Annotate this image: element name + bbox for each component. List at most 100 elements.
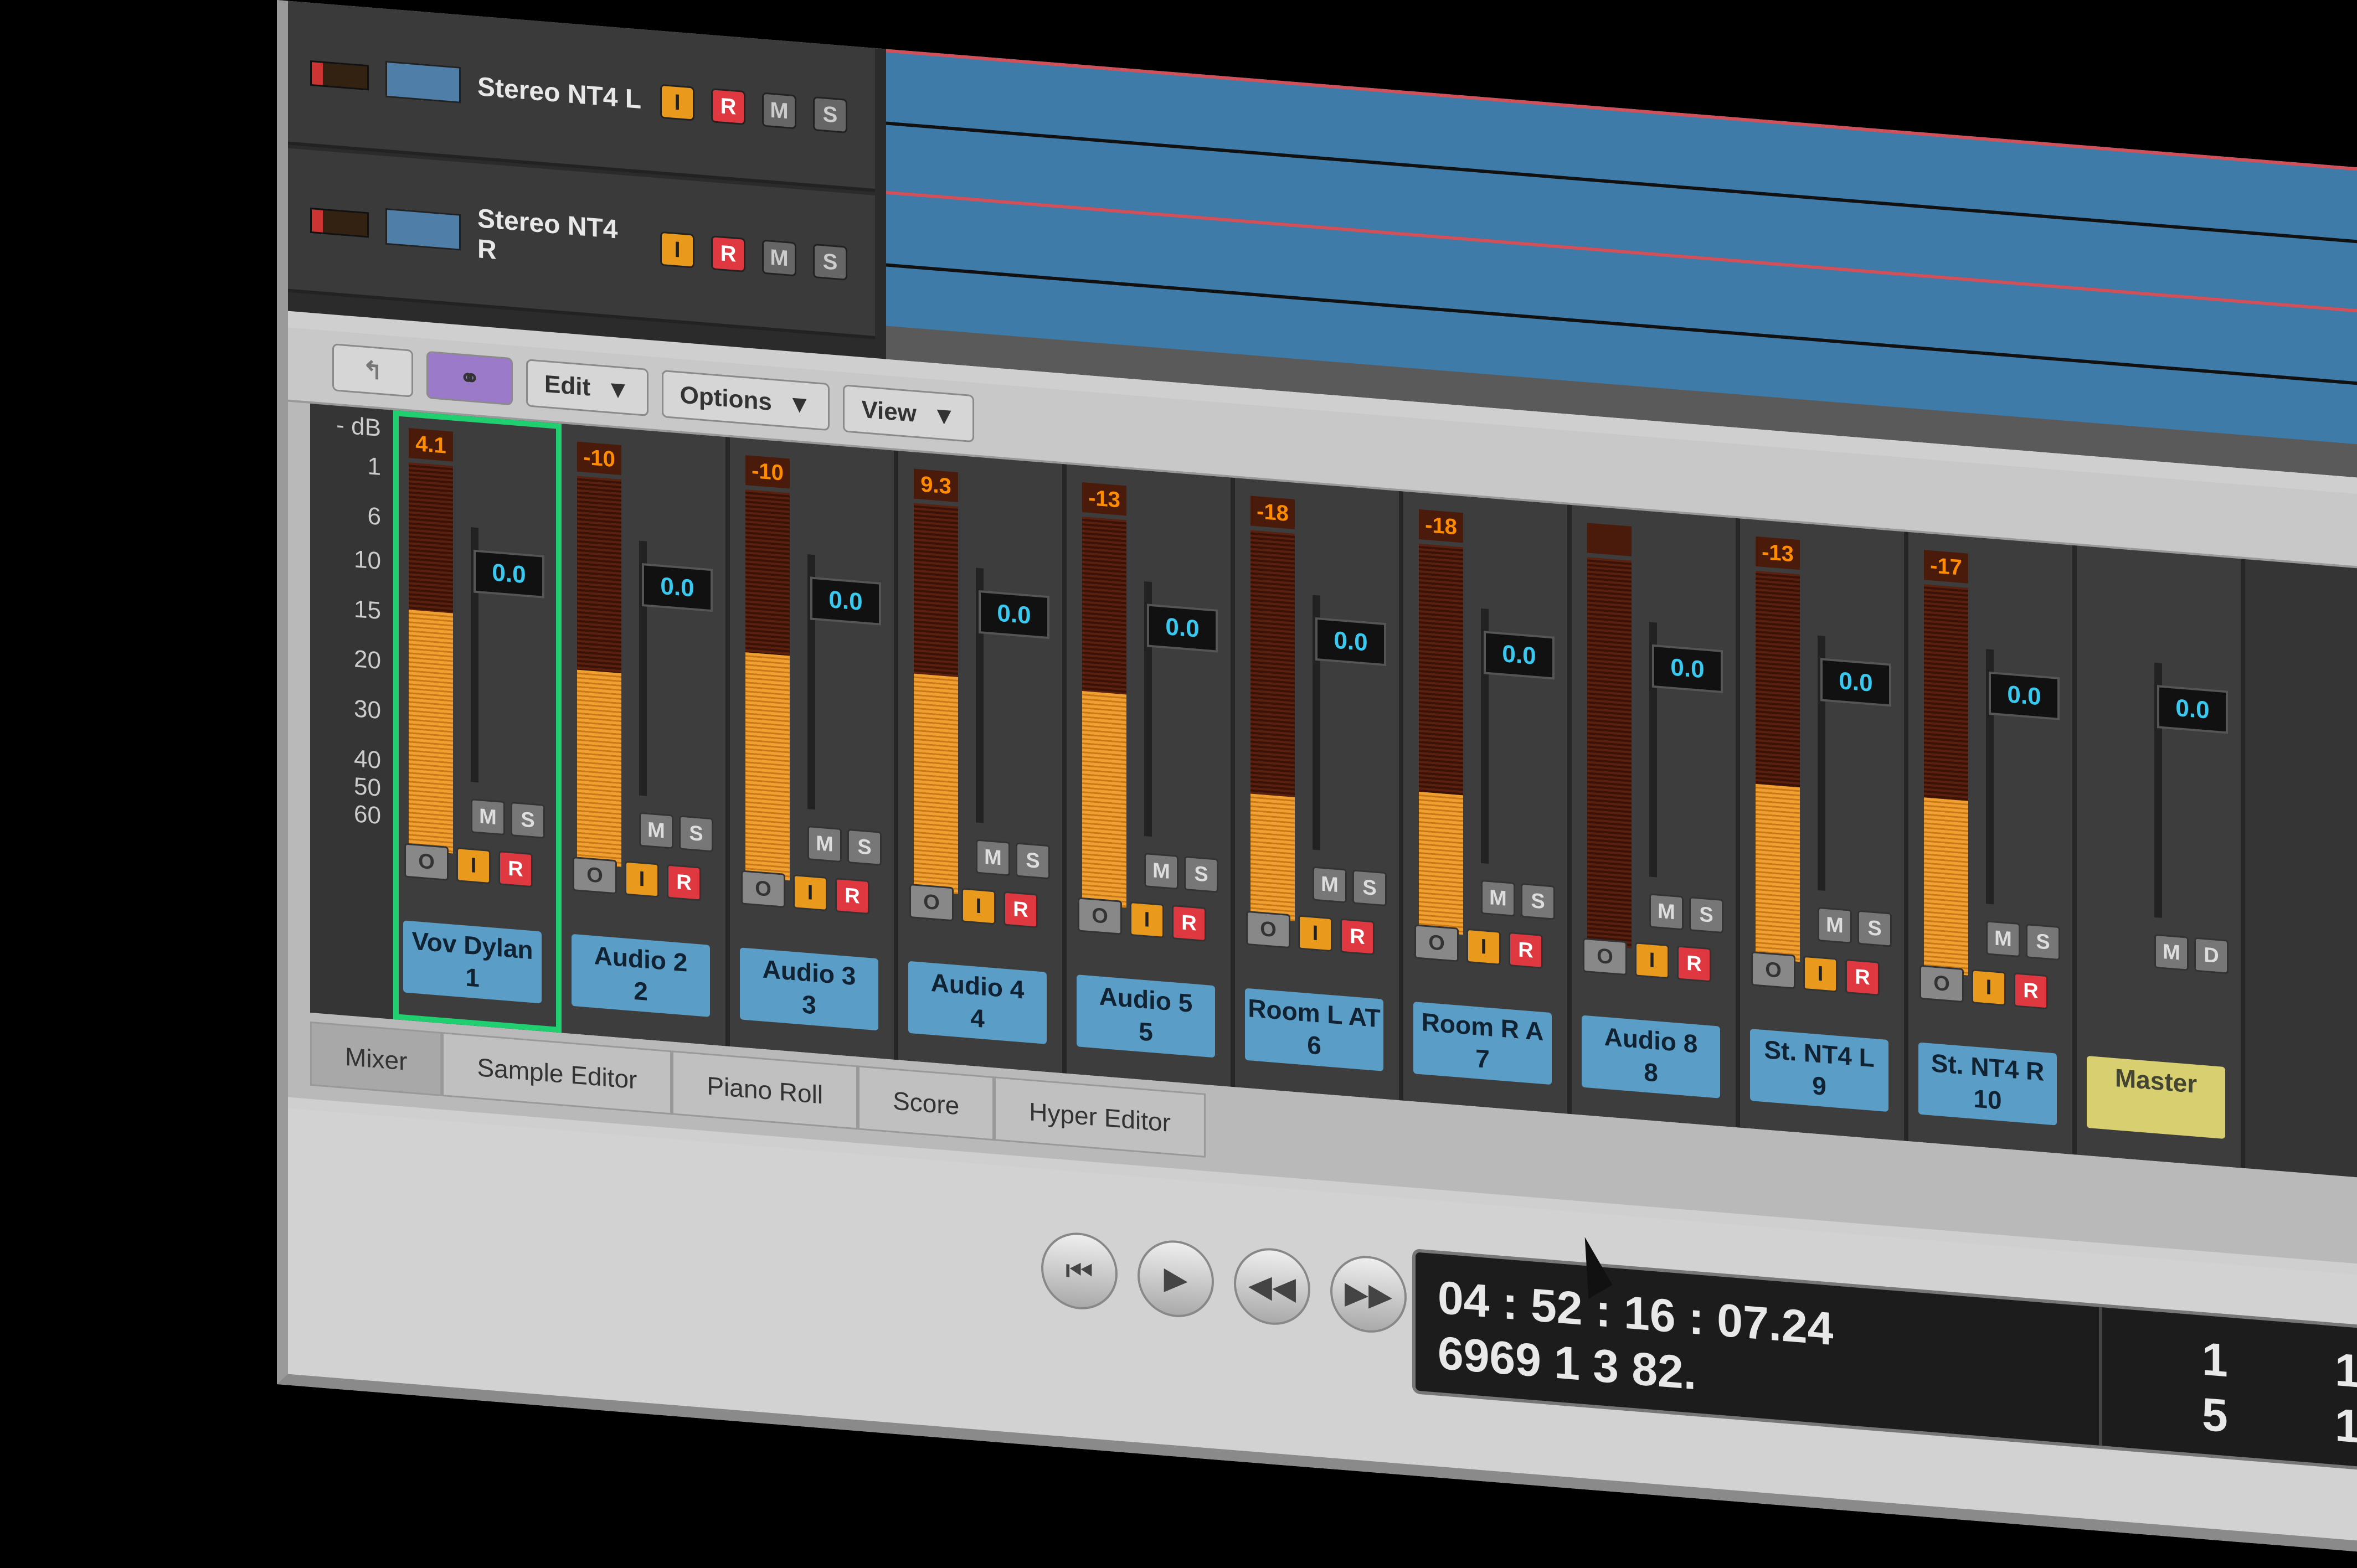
input-monitor-button[interactable]: I	[1972, 969, 2006, 1007]
volume-value[interactable]: 0.0	[1820, 658, 1891, 707]
mute-button[interactable]: M	[976, 839, 1010, 876]
channel-name[interactable]: Audio 2 2	[572, 933, 710, 1017]
channel-strip[interactable]: -18 0.0 M S O I R Room R A 7	[1403, 491, 1572, 1115]
solo-button[interactable]: S	[2026, 924, 2060, 961]
record-enable-button[interactable]: R	[667, 864, 701, 901]
bounce-button[interactable]: O	[1751, 951, 1795, 989]
options-menu[interactable]: Options ▼	[661, 369, 830, 431]
go-to-start-button[interactable]: ⏮	[1041, 1230, 1118, 1313]
record-enable-button[interactable]: R	[1003, 891, 1038, 929]
record-enable-button[interactable]: R	[711, 235, 745, 273]
bounce-button[interactable]: O	[1414, 924, 1459, 962]
channel-name[interactable]: Room R A 7	[1413, 1002, 1552, 1085]
channel-name[interactable]: Master	[2087, 1055, 2225, 1139]
channel-strip[interactable]: -13 0.0 M S O I R St. NT4 L 9	[1740, 518, 1908, 1142]
volume-value[interactable]: 0.0	[474, 549, 544, 599]
channel-strip[interactable]: 9.3 0.0 M S O I R Audio 4 4	[898, 451, 1067, 1074]
volume-value[interactable]: 0.0	[1652, 644, 1723, 694]
input-monitor-button[interactable]: I	[456, 847, 491, 885]
channel-name[interactable]: Room L AT 6	[1245, 988, 1383, 1071]
input-monitor-button[interactable]: I	[793, 874, 827, 911]
mute-button[interactable]: M	[1649, 893, 1684, 931]
volume-value[interactable]: 0.0	[1989, 671, 2060, 720]
record-enable-button[interactable]: R	[1509, 931, 1543, 969]
volume-value[interactable]: 0.0	[810, 576, 881, 626]
solo-button[interactable]: S	[1352, 869, 1387, 907]
solo-button[interactable]: S	[847, 828, 882, 866]
volume-value[interactable]: 0.0	[642, 563, 713, 612]
position-display[interactable]: 04 : 52 : 16 : 07.24 6969 1 3 82. 1 1 5 …	[1412, 1248, 2357, 1474]
channel-name[interactable]: Audio 4 4	[908, 961, 1047, 1044]
view-menu[interactable]: View ▼	[843, 384, 975, 443]
peak-indicator[interactable]: 9.3	[914, 468, 958, 502]
input-monitor-button[interactable]: I	[1130, 901, 1164, 938]
record-enable-button[interactable]: R	[835, 878, 869, 915]
channel-strip[interactable]: 0.0 M D Master	[2077, 545, 2245, 1168]
record-enable-button[interactable]: R	[498, 850, 533, 888]
tab-mixer[interactable]: Mixer	[310, 1021, 442, 1097]
record-enable-button[interactable]: R	[1172, 905, 1206, 942]
input-monitor-button[interactable]: I	[1466, 928, 1501, 966]
channel-name[interactable]: Audio 5 5	[1077, 974, 1215, 1058]
tab-score[interactable]: Score	[858, 1065, 995, 1141]
solo-button[interactable]: S	[1016, 842, 1050, 880]
solo-button[interactable]: S	[1521, 883, 1555, 920]
mute-button[interactable]: M	[807, 826, 842, 863]
peak-indicator[interactable]: -18	[1419, 509, 1463, 543]
peak-indicator[interactable]	[1587, 523, 1632, 556]
mute-button[interactable]: M	[1313, 866, 1347, 904]
solo-button[interactable]: S	[1184, 855, 1218, 893]
bounce-button[interactable]: O	[1246, 910, 1290, 949]
input-monitor-button[interactable]: I	[961, 888, 996, 925]
input-monitor-button[interactable]: I	[1298, 915, 1332, 952]
rewind-button[interactable]: ◀◀	[1234, 1245, 1310, 1328]
input-monitor-button[interactable]: I	[1635, 942, 1669, 979]
input-monitor-button[interactable]: I	[660, 84, 694, 121]
mute-button[interactable]: M	[1144, 852, 1179, 890]
channel-strip[interactable]: -17 0.0 M S O I R St. NT4 R 10	[1908, 532, 2077, 1155]
record-enable-button[interactable]: R	[2014, 972, 2048, 1010]
tab-hyper-editor[interactable]: Hyper Editor	[994, 1076, 1206, 1158]
peak-indicator[interactable]: -18	[1250, 496, 1295, 529]
channel-name[interactable]: Audio 3 3	[740, 947, 878, 1031]
cycle-button[interactable]: ▶	[1138, 1237, 1214, 1321]
mute-button[interactable]: M	[639, 812, 673, 849]
solo-button[interactable]: S	[1689, 896, 1723, 934]
back-icon[interactable]: ↰	[332, 343, 413, 398]
record-enable-button[interactable]: R	[1340, 918, 1375, 956]
record-enable-button[interactable]: R	[1845, 958, 1880, 996]
mute-button[interactable]: M	[2154, 933, 2189, 971]
channel-strip[interactable]: 4.1 0.0 M S O I R Vov Dylan 1	[393, 410, 562, 1033]
volume-value[interactable]: 0.0	[2157, 685, 2228, 734]
channel-name[interactable]: Audio 8 8	[1582, 1015, 1720, 1098]
volume-value[interactable]: 0.0	[1147, 604, 1218, 653]
bounce-button[interactable]: O	[404, 843, 449, 881]
bounce-button[interactable]: O	[1919, 964, 1964, 1003]
mute-button[interactable]: M	[1986, 920, 2020, 958]
bounce-button[interactable]: O	[573, 856, 617, 895]
volume-value[interactable]: 0.0	[1315, 617, 1386, 667]
mute-button[interactable]: M	[1818, 906, 1852, 944]
solo-button[interactable]: S	[511, 801, 545, 839]
channel-strip[interactable]: 0.0 M S O I R Audio 8 8	[1572, 505, 1740, 1128]
mute-button[interactable]: M	[762, 239, 796, 277]
tab-piano-roll[interactable]: Piano Roll	[672, 1050, 858, 1130]
record-enable-button[interactable]: R	[1677, 945, 1711, 983]
dim-button[interactable]: D	[2194, 937, 2229, 974]
solo-button[interactable]: S	[679, 815, 713, 853]
mute-button[interactable]: M	[762, 92, 796, 130]
solo-button[interactable]: S	[1857, 910, 1892, 947]
channel-name[interactable]: St. NT4 L 9	[1750, 1029, 1888, 1112]
input-monitor-button[interactable]: I	[660, 231, 694, 269]
input-monitor-button[interactable]: I	[1803, 955, 1838, 993]
peak-indicator[interactable]: -10	[745, 455, 790, 489]
channel-name[interactable]: St. NT4 R 10	[1918, 1042, 2057, 1126]
tab-sample-editor[interactable]: Sample Editor	[442, 1032, 672, 1115]
link-icon[interactable]: ⚭	[426, 350, 513, 406]
channel-strip[interactable]: -18 0.0 M S O I R Room L AT 6	[1235, 478, 1403, 1101]
bounce-button[interactable]: O	[1078, 897, 1122, 935]
channel-strip[interactable]: -13 0.0 M S O I R Audio 5 5	[1067, 464, 1235, 1087]
mute-button[interactable]: M	[471, 798, 505, 836]
bounce-button[interactable]: O	[1583, 937, 1627, 976]
fast-forward-button[interactable]: ▶▶	[1330, 1253, 1407, 1336]
